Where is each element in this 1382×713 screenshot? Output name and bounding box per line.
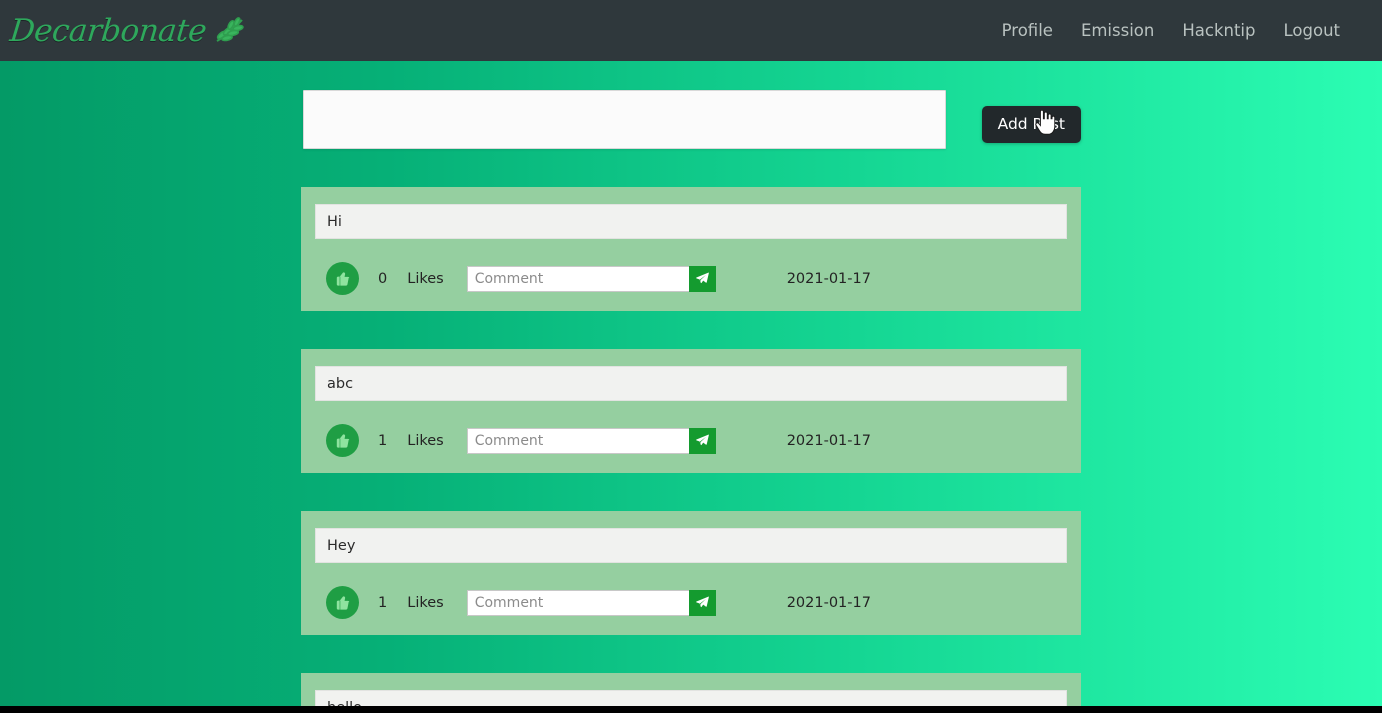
- thumbs-up-icon[interactable]: [326, 424, 359, 457]
- like-count: 1: [378, 594, 388, 611]
- bottom-black-bar: [0, 706, 1382, 713]
- post-date: 2021-01-17: [786, 432, 871, 449]
- add-post-button[interactable]: Add Post: [981, 106, 1081, 143]
- post-actions: 1 Likes 2021-01-17: [315, 586, 1067, 619]
- post-date: 2021-01-17: [786, 594, 871, 611]
- brand-logo[interactable]: Decarbonate: [8, 12, 246, 49]
- nav-links: Profile Emission Hackntip Logout: [996, 17, 1346, 44]
- likes-label: Likes: [407, 270, 444, 287]
- leaf-icon: [212, 16, 246, 46]
- post-composer: Add Post: [301, 90, 1081, 149]
- browser-viewport: Decarbonate Profile Emission Hackntip Lo…: [0, 0, 1382, 713]
- like-count: 1: [378, 432, 388, 449]
- nav-link-logout[interactable]: Logout: [1278, 17, 1347, 44]
- new-post-input[interactable]: [303, 90, 946, 149]
- comment-group: [466, 589, 716, 616]
- send-icon[interactable]: [688, 265, 716, 292]
- post-actions: 1 Likes 2021-01-17: [315, 424, 1067, 457]
- posts-list: Hi 0 Likes Comment 2021-01-17 abc 1 Like…: [301, 149, 1081, 713]
- post-text: Hey: [315, 528, 1067, 563]
- post-date: 2021-01-17: [786, 270, 871, 287]
- comment-input[interactable]: [466, 265, 689, 292]
- brand-name: Decarbonate: [8, 12, 209, 49]
- nav-link-profile[interactable]: Profile: [996, 17, 1059, 44]
- page-content: Add Post Hi 0 Likes Comment 2021-01-17 a…: [0, 61, 1382, 713]
- likes-label: Likes: [407, 594, 444, 611]
- like-count: 0: [378, 270, 388, 287]
- nav-link-emission[interactable]: Emission: [1075, 17, 1160, 44]
- send-icon[interactable]: [688, 427, 716, 454]
- nav-link-hackntip[interactable]: Hackntip: [1176, 17, 1261, 44]
- comment-input[interactable]: [466, 589, 689, 616]
- post-text: abc: [315, 366, 1067, 401]
- top-navbar: Decarbonate Profile Emission Hackntip Lo…: [0, 0, 1382, 61]
- post-card: Hi 0 Likes Comment 2021-01-17: [301, 187, 1081, 311]
- comment-group: [466, 427, 716, 454]
- post-card: abc 1 Likes Comment 2021-01-17: [301, 349, 1081, 473]
- send-icon[interactable]: [688, 589, 716, 616]
- post-text: Hi: [315, 204, 1067, 239]
- post-actions: 0 Likes 2021-01-17: [315, 262, 1067, 295]
- thumbs-up-icon[interactable]: [326, 586, 359, 619]
- comment-group: [466, 265, 716, 292]
- comment-input[interactable]: [466, 427, 689, 454]
- post-card: Hey 1 Likes Comment 2021-01-17: [301, 511, 1081, 635]
- thumbs-up-icon[interactable]: [326, 262, 359, 295]
- likes-label: Likes: [407, 432, 444, 449]
